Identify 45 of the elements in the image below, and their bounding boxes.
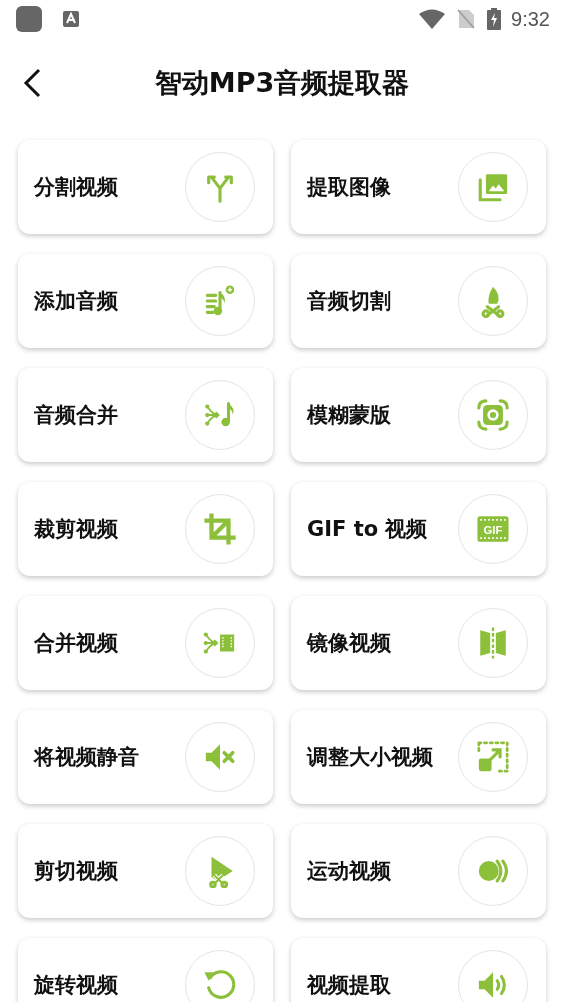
- tool-card[interactable]: 裁剪视频: [18, 482, 273, 576]
- tool-label: 裁剪视频: [34, 515, 119, 543]
- back-icon: [22, 68, 42, 98]
- tool-card[interactable]: 将视频静音: [18, 710, 273, 804]
- tool-card[interactable]: 添加音频: [18, 254, 273, 348]
- tool-label: 合并视频: [34, 629, 119, 657]
- camera-focus-icon: [476, 398, 510, 432]
- rotate-icon: [203, 968, 237, 1002]
- tool-card[interactable]: 音频合并: [18, 368, 273, 462]
- resize-icon: [476, 740, 510, 774]
- wifi-icon: [419, 9, 446, 29]
- tool-label: 调整大小视频: [307, 743, 434, 771]
- tool-label: 视频提取: [307, 971, 392, 999]
- tool-card[interactable]: 视频提取: [291, 938, 546, 1002]
- tool-card[interactable]: 模糊蒙版: [291, 368, 546, 462]
- crop-icon: [203, 512, 237, 546]
- tool-label: 分割视频: [34, 173, 119, 201]
- tool-card[interactable]: 镜像视频: [291, 596, 546, 690]
- clock-time: 9:32: [511, 7, 550, 31]
- tool-card[interactable]: 调整大小视频: [291, 710, 546, 804]
- tool-label: 模糊蒙版: [307, 401, 392, 429]
- tool-label: GIF to 视频: [307, 515, 429, 543]
- tool-label: 音频合并: [34, 401, 119, 429]
- battery-charging-icon: [487, 8, 502, 30]
- tool-card[interactable]: 旋转视频: [18, 938, 273, 1002]
- tool-card[interactable]: 剪切视频: [18, 824, 273, 918]
- tool-card[interactable]: 分割视频: [18, 140, 273, 234]
- tool-label: 剪切视频: [34, 857, 119, 885]
- tool-card[interactable]: 音频切割: [291, 254, 546, 348]
- tool-card[interactable]: 合并视频: [18, 596, 273, 690]
- tool-label: 提取图像: [307, 173, 392, 201]
- tool-card[interactable]: 提取图像: [291, 140, 546, 234]
- no-sim-icon: [457, 9, 476, 29]
- tool-label: 添加音频: [34, 287, 119, 315]
- app-icon: [16, 6, 42, 32]
- tool-label: 音频切割: [307, 287, 392, 315]
- music-list-add-icon: [203, 284, 237, 318]
- tool-label: 运动视频: [307, 857, 392, 885]
- page-title: 智动MP3音频提取器: [154, 66, 410, 100]
- tool-label: 旋转视频: [34, 971, 119, 999]
- tool-card[interactable]: 运动视频: [291, 824, 546, 918]
- tool-label: 将视频静音: [34, 743, 140, 771]
- notification-icon: [62, 10, 80, 28]
- tool-card[interactable]: GIF to 视频 GIF: [291, 482, 546, 576]
- tool-label: 镜像视频: [307, 629, 392, 657]
